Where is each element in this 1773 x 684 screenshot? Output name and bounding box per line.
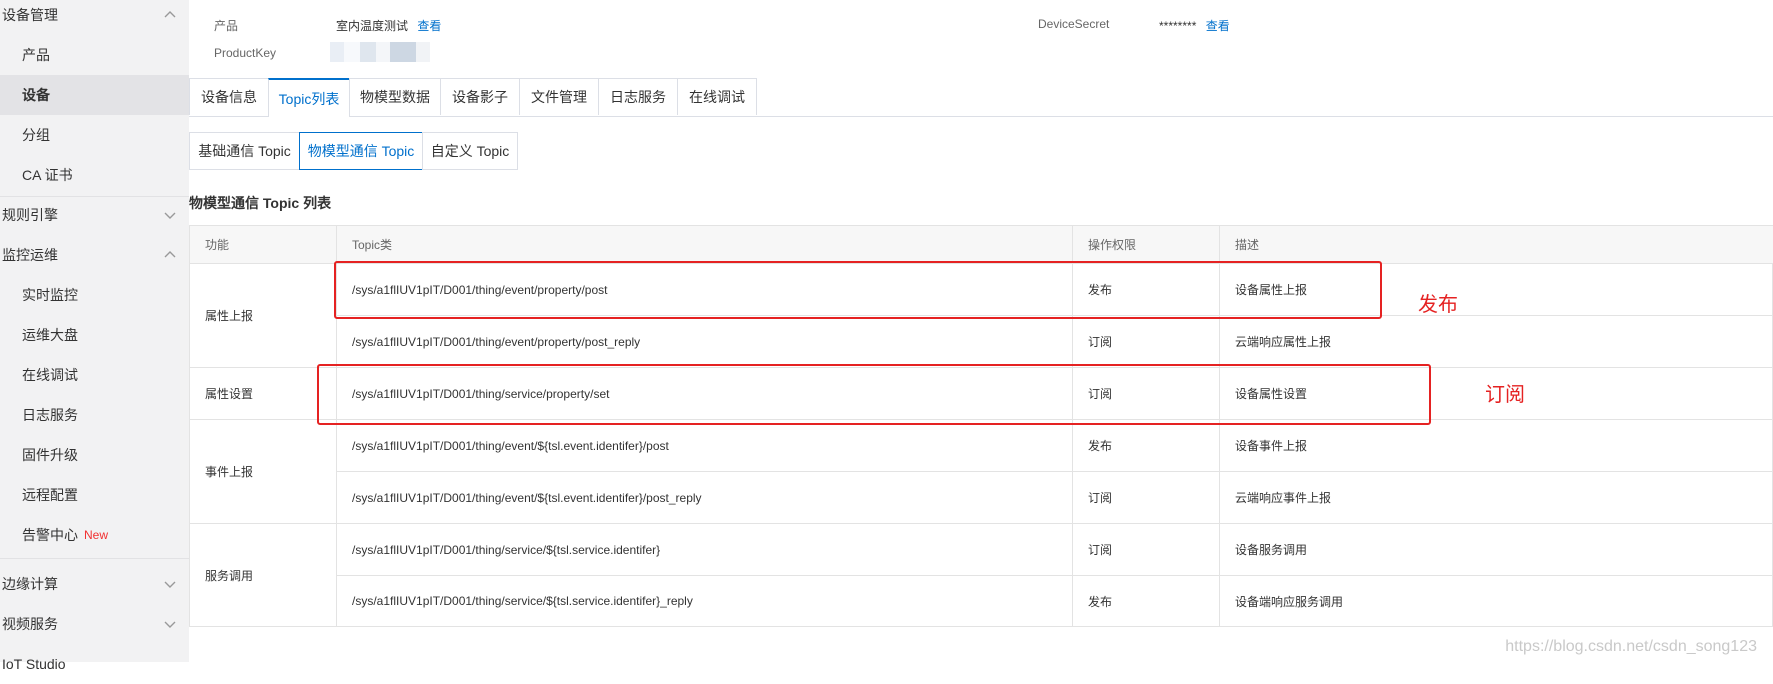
devicesecret-label: DeviceSecret xyxy=(1038,17,1110,31)
devicesecret-view-link[interactable]: 查看 xyxy=(1206,19,1230,33)
sidebar-item-product[interactable]: 产品 xyxy=(0,35,189,75)
sidebar-section-monitoring[interactable]: 监控运维 xyxy=(0,235,189,275)
tab-topic-list[interactable]: Topic列表 xyxy=(268,78,350,117)
sidebar-item-label: CA 证书 xyxy=(22,167,73,183)
column-header-permission: 操作权限 xyxy=(1088,238,1137,252)
column-header-topic: Topic类 xyxy=(352,238,393,252)
productkey-masked-value xyxy=(330,42,430,62)
sidebar-item-device[interactable]: 设备 xyxy=(0,75,189,115)
column-header-function: 功能 xyxy=(205,238,230,252)
device-tabs: 设备信息 Topic列表 物模型数据 设备影子 文件管理 日志服务 在线调试 xyxy=(189,78,1773,117)
topic-cell: /sys/a1flIUV1pIT/D001/thing/service/${ts… xyxy=(352,594,693,608)
tab-file-management[interactable]: 文件管理 xyxy=(519,78,599,115)
sidebar-item-label: 产品 xyxy=(22,47,50,63)
topic-cell: /sys/a1flIUV1pIT/D001/thing/event/proper… xyxy=(352,334,641,349)
sidebar-item-label: 告警中心 xyxy=(22,527,78,543)
sidebar-section-edge-computing[interactable]: 边缘计算 xyxy=(0,564,189,604)
annotation-label-subscribe: 订阅 xyxy=(1485,384,1525,406)
product-name: 室内温度测试 xyxy=(336,19,409,33)
topic-cell: /sys/a1flIUV1pIT/D001/thing/event/${tsl.… xyxy=(352,438,669,453)
sidebar-item-ops-dashboard[interactable]: 运维大盘 xyxy=(0,315,189,355)
devicesecret-value: ******** 查看 xyxy=(1159,17,1230,34)
description-cell: 云端响应属性上报 xyxy=(1235,335,1332,349)
subtab-thing-model-topic[interactable]: 物模型通信 Topic xyxy=(299,132,423,170)
sidebar-divider xyxy=(0,558,189,559)
sidebar-item-label: 实时监控 xyxy=(22,287,78,303)
main-content: 产品 室内温度测试 查看 ProductKey DeviceSecret ***… xyxy=(189,0,1773,662)
chevron-down-icon xyxy=(164,581,176,588)
function-cell: 服务调用 xyxy=(205,568,254,583)
sidebar-section-device-management[interactable]: 设备管理 xyxy=(0,0,189,35)
sidebar-item-log-service[interactable]: 日志服务 xyxy=(0,395,189,435)
sidebar-item-realtime-monitor[interactable]: 实时监控 xyxy=(0,275,189,315)
section-title: 物模型通信 Topic 列表 xyxy=(189,195,332,211)
sidebar-item-firmware-upgrade[interactable]: 固件升级 xyxy=(0,435,189,475)
sidebar-section-rule-engine[interactable]: 规则引擎 xyxy=(0,195,189,235)
watermark: https://blog.csdn.net/csdn_song123 xyxy=(1505,638,1757,655)
sidebar-item-alarm-center[interactable]: 告警中心 New xyxy=(0,515,189,555)
sidebar-item-label: 分组 xyxy=(22,127,50,143)
sidebar-section-label: 视频服务 xyxy=(2,616,58,632)
description-cell: 设备事件上报 xyxy=(1235,439,1308,453)
chevron-down-icon xyxy=(164,212,176,219)
subtab-custom-topic[interactable]: 自定义 Topic xyxy=(422,132,518,170)
product-value: 室内温度测试 查看 xyxy=(336,17,441,34)
sidebar-section-label: 边缘计算 xyxy=(2,576,58,592)
function-cell: 属性设置 xyxy=(205,387,254,401)
annotation-box-subscribe xyxy=(317,364,1431,425)
tab-online-debug[interactable]: 在线调试 xyxy=(677,78,757,115)
sidebar-section-label: 监控运维 xyxy=(2,247,58,263)
subtab-basic-topic[interactable]: 基础通信 Topic xyxy=(189,132,300,170)
product-label: 产品 xyxy=(214,19,239,33)
sidebar-item-remote-config[interactable]: 远程配置 xyxy=(0,475,189,515)
productkey-label: ProductKey xyxy=(214,46,277,60)
sidebar-item-label: 日志服务 xyxy=(22,407,78,423)
permission-cell: 订阅 xyxy=(1088,491,1113,505)
sidebar-item-ca-cert[interactable]: CA 证书 xyxy=(0,155,189,195)
chevron-down-icon xyxy=(164,621,176,628)
sidebar-section-video-service[interactable]: 视频服务 xyxy=(0,604,189,644)
devicesecret-masked: ******** xyxy=(1159,19,1197,33)
column-header-description: 描述 xyxy=(1235,238,1260,252)
table-header: 功能 Topic类 操作权限 描述 xyxy=(190,226,1773,264)
sidebar-item-label: 设备 xyxy=(22,87,50,103)
sidebar-section-iot-studio[interactable]: IoT Studio xyxy=(0,644,189,684)
sidebar-item-label: 固件升级 xyxy=(22,447,78,463)
sidebar-item-online-debug[interactable]: 在线调试 xyxy=(0,355,189,395)
tab-log-service[interactable]: 日志服务 xyxy=(598,78,678,115)
annotation-box-publish xyxy=(334,261,1382,319)
new-badge: New xyxy=(84,528,109,542)
topic-cell: /sys/a1flIUV1pIT/D001/thing/event/${tsl.… xyxy=(352,490,702,505)
description-cell: 云端响应事件上报 xyxy=(1235,491,1332,505)
permission-cell: 发布 xyxy=(1088,594,1113,609)
chevron-up-icon xyxy=(164,251,176,258)
sidebar-section-label: 设备管理 xyxy=(2,7,58,23)
permission-cell: 订阅 xyxy=(1088,543,1113,557)
sidebar-item-label: 运维大盘 xyxy=(22,327,78,343)
description-cell: 设备服务调用 xyxy=(1235,543,1308,557)
sidebar-section-label: 规则引擎 xyxy=(2,207,58,223)
function-cell: 属性上报 xyxy=(205,309,254,323)
sidebar: 设备管理 产品 设备 分组 CA 证书 规则引擎 监控运维 实时监控 运维大盘 … xyxy=(0,0,189,672)
sidebar-item-label: 远程配置 xyxy=(22,487,78,503)
product-view-link[interactable]: 查看 xyxy=(417,19,441,33)
permission-cell: 发布 xyxy=(1088,439,1113,453)
tab-device-shadow[interactable]: 设备影子 xyxy=(440,78,520,115)
sidebar-item-group[interactable]: 分组 xyxy=(0,115,189,155)
topic-cell: /sys/a1flIUV1pIT/D001/thing/service/${ts… xyxy=(352,542,661,557)
chevron-up-icon xyxy=(164,11,176,18)
function-cell: 事件上报 xyxy=(205,465,254,479)
sidebar-item-label: 在线调试 xyxy=(22,367,78,383)
annotation-label-publish: 发布 xyxy=(1418,294,1458,316)
tab-device-info[interactable]: 设备信息 xyxy=(189,78,269,115)
sidebar-section-label: IoT Studio xyxy=(2,656,66,672)
tab-thing-model-data[interactable]: 物模型数据 xyxy=(349,78,441,115)
permission-cell: 订阅 xyxy=(1088,335,1113,349)
description-cell: 设备端响应服务调用 xyxy=(1235,594,1344,609)
